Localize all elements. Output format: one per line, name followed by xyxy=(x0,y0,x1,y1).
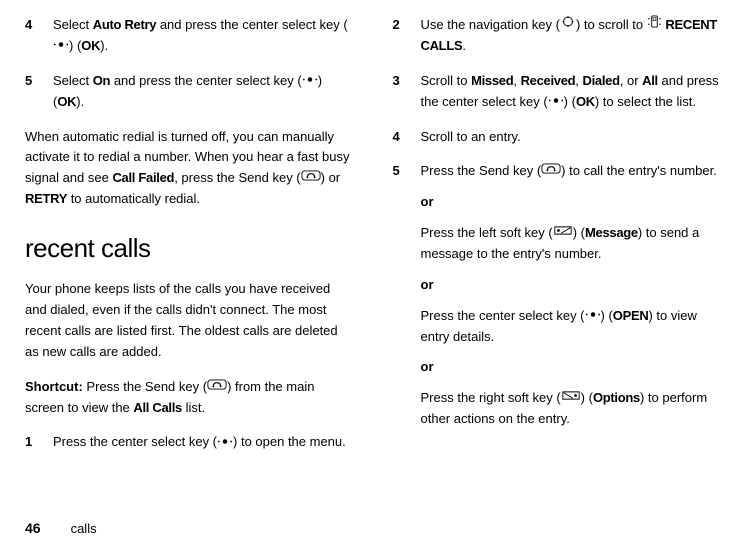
page-label: calls xyxy=(71,519,97,540)
text: ) ( xyxy=(581,390,593,405)
text: ). xyxy=(76,94,84,109)
center-select-icon xyxy=(53,35,69,56)
text: ) ( xyxy=(573,225,585,240)
step-body: Press the center select key ( ) to open t… xyxy=(53,432,353,453)
bold-text: RETRY xyxy=(25,191,67,206)
text: ) to call the entry's number. xyxy=(561,163,717,178)
bold-text: Missed xyxy=(471,73,513,88)
text: ) ( xyxy=(69,38,81,53)
text: Press the center select key ( xyxy=(421,308,585,323)
text: Press the right soft key ( xyxy=(421,390,561,405)
step-number: 2 xyxy=(393,15,421,57)
step-5: 5 Select On and press the center select … xyxy=(25,71,353,113)
shortcut-paragraph: Shortcut: Press the Send key () from the… xyxy=(25,377,353,419)
text: ). xyxy=(100,38,108,53)
step-4b: 4 Scroll to an entry. xyxy=(393,127,721,148)
bold-text: OPEN xyxy=(613,308,649,323)
text: , xyxy=(513,73,520,88)
bold-text: Dialed xyxy=(583,73,620,88)
bold-text: OK xyxy=(81,38,100,53)
bold-text: All Calls xyxy=(133,400,182,415)
bold-text: Auto Retry xyxy=(93,17,156,32)
send-key-icon xyxy=(207,376,227,397)
text: ) or xyxy=(321,170,341,185)
step-number: 3 xyxy=(393,71,421,113)
bold-text: OK xyxy=(576,94,595,109)
paragraph: When automatic redial is turned off, you… xyxy=(25,127,353,210)
text: ) to scroll to xyxy=(576,17,647,32)
step-body: Press the Send key ( ) to call the entry'… xyxy=(421,161,721,430)
text: Press the Send key ( xyxy=(421,163,542,178)
step-number: 4 xyxy=(25,15,53,57)
text: ) ( xyxy=(564,94,576,109)
step-number: 1 xyxy=(25,432,53,453)
left-soft-key-icon xyxy=(553,222,573,243)
bold-text: OK xyxy=(57,94,76,109)
step-body: Select On and press the center select ke… xyxy=(53,71,353,113)
text: ) ( xyxy=(601,308,613,323)
left-column: 4 Select Auto Retry and press the center… xyxy=(25,15,353,510)
section-heading: recent calls xyxy=(25,228,353,270)
text: ) to open the menu. xyxy=(233,434,346,449)
center-select-icon xyxy=(585,305,601,326)
text: Press the center select key ( xyxy=(53,434,217,449)
step-3: 3 Scroll to Missed, Received, Dialed, or… xyxy=(393,71,721,113)
text: and press the center select key ( xyxy=(110,73,301,88)
step-1: 1 Press the center select key ( ) to open… xyxy=(25,432,353,453)
text: list. xyxy=(182,400,205,415)
step-body: Use the navigation key () to scroll to R… xyxy=(421,15,721,57)
center-select-icon xyxy=(302,70,318,91)
text: Select xyxy=(53,17,93,32)
bold-text: Call Failed xyxy=(112,170,174,185)
bold-text: Message xyxy=(585,225,638,240)
or-label: or xyxy=(421,192,721,213)
paragraph: Your phone keeps lists of the calls you … xyxy=(25,279,353,362)
text: to automatically redial. xyxy=(67,191,200,206)
text: Press the Send key ( xyxy=(83,379,207,394)
nav-key-icon xyxy=(560,14,576,35)
page-number: 46 xyxy=(25,517,41,539)
step-number: 5 xyxy=(393,161,421,430)
bold-text: Received xyxy=(521,73,576,88)
text: Scroll to xyxy=(421,73,472,88)
center-select-icon xyxy=(548,91,564,112)
or-label: or xyxy=(421,275,721,296)
step-number: 4 xyxy=(393,127,421,148)
step-5b: 5 Press the Send key ( ) to call the entr… xyxy=(393,161,721,430)
step-number: 5 xyxy=(25,71,53,113)
bold-text: On xyxy=(93,73,110,88)
text: . xyxy=(462,38,466,53)
bold-text: All xyxy=(642,73,658,88)
send-key-icon xyxy=(541,160,561,181)
center-select-icon xyxy=(217,432,233,453)
right-column: 2 Use the navigation key ( ) to scroll to… xyxy=(393,15,721,510)
step-4: 4 Select Auto Retry and press the center… xyxy=(25,15,353,57)
text: ) to select the list. xyxy=(595,94,696,109)
step-body: Select Auto Retry and press the center s… xyxy=(53,15,353,57)
shortcut-label: Shortcut: xyxy=(25,379,83,394)
page-footer: 46 calls xyxy=(25,517,97,540)
step-2: 2 Use the navigation key ( ) to scroll to… xyxy=(393,15,721,57)
text: Select xyxy=(53,73,93,88)
text: , press the Send key ( xyxy=(174,170,300,185)
text: Use the navigation key ( xyxy=(421,17,560,32)
text: and press the center select key ( xyxy=(156,17,347,32)
right-soft-key-icon xyxy=(561,387,581,408)
send-key-icon xyxy=(301,167,321,188)
step-body: Scroll to an entry. xyxy=(421,127,721,148)
step-body: Scroll to Missed, Received, Dialed, or A… xyxy=(421,71,721,113)
text: , xyxy=(575,73,582,88)
text: Press the left soft key ( xyxy=(421,225,553,240)
phone-menu-icon xyxy=(647,14,662,35)
text: , or xyxy=(620,73,642,88)
or-label: or xyxy=(421,357,721,378)
bold-text: Options xyxy=(593,390,640,405)
